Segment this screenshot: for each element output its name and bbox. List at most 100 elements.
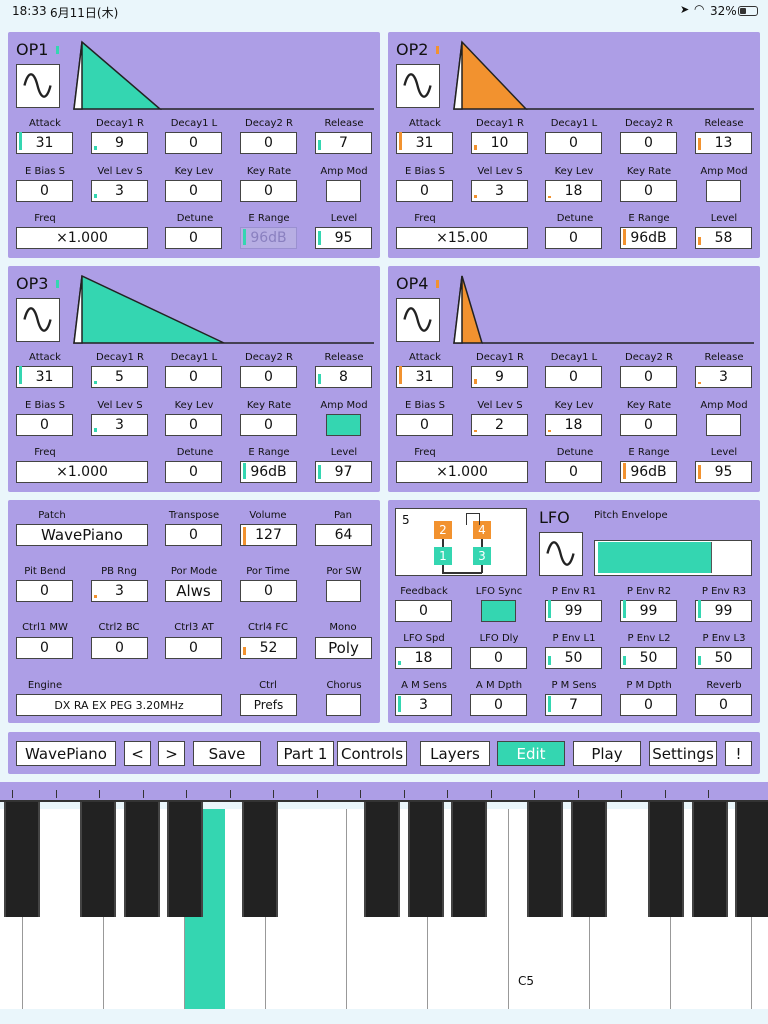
erange-field[interactable]: 96dB — [620, 227, 677, 249]
vellev-field[interactable]: 3 — [471, 180, 528, 202]
release-field[interactable]: 8 — [315, 366, 372, 388]
ebias-field[interactable]: 0 — [396, 180, 453, 202]
pormode-field[interactable]: Alws — [165, 580, 222, 602]
play-button[interactable]: Play — [573, 741, 641, 766]
vellev-field[interactable]: 3 — [91, 414, 148, 436]
detune-field[interactable]: 0 — [165, 461, 222, 483]
envelope-graph[interactable] — [70, 38, 374, 110]
envelope-graph[interactable] — [450, 272, 754, 344]
black-key[interactable] — [692, 800, 728, 917]
ctrl4-field[interactable]: 52 — [240, 637, 297, 659]
decay2r-field[interactable]: 0 — [620, 366, 677, 388]
attack-field[interactable]: 31 — [396, 366, 453, 388]
ampmod-toggle[interactable] — [706, 414, 741, 436]
black-key[interactable] — [4, 800, 40, 917]
white-key[interactable] — [306, 809, 347, 1009]
algorithm-display[interactable]: 5 2 4 1 3 — [395, 508, 527, 576]
black-key[interactable] — [735, 800, 768, 917]
erange-field[interactable]: 96dB — [240, 461, 297, 483]
attack-field[interactable]: 31 — [16, 132, 73, 154]
reverb-field[interactable]: 0 — [695, 694, 752, 716]
patch-select-button[interactable]: WavePiano — [16, 741, 116, 766]
save-button[interactable]: Save — [193, 741, 261, 766]
decay1l-field[interactable]: 0 — [165, 132, 222, 154]
black-key[interactable] — [242, 800, 278, 917]
decay1r-field[interactable]: 9 — [471, 366, 528, 388]
detune-field[interactable]: 0 — [165, 227, 222, 249]
release-field[interactable]: 13 — [695, 132, 752, 154]
keyrate-field[interactable]: 0 — [620, 180, 677, 202]
previous-button[interactable]: < — [124, 741, 151, 766]
erange-field[interactable]: 96dB — [240, 227, 297, 249]
black-key[interactable] — [408, 800, 444, 917]
erange-field[interactable]: 96dB — [620, 461, 677, 483]
patch-name-field[interactable]: WavePiano — [16, 524, 148, 546]
black-key[interactable] — [571, 800, 607, 917]
pbrng-field[interactable]: 3 — [91, 580, 148, 602]
freq-field[interactable]: ×1.000 — [16, 461, 148, 483]
keylev-field[interactable]: 0 — [165, 414, 222, 436]
keylev-field[interactable]: 18 — [545, 414, 602, 436]
part-button[interactable]: Part 1 — [277, 741, 334, 766]
waveform-button[interactable] — [396, 298, 440, 342]
keyboard-strip[interactable] — [0, 782, 768, 802]
amsens-field[interactable]: 3 — [395, 694, 452, 716]
waveform-button[interactable] — [16, 298, 60, 342]
penvr2-field[interactable]: 99 — [620, 600, 677, 622]
ebias-field[interactable]: 0 — [16, 180, 73, 202]
penvl2-field[interactable]: 50 — [620, 647, 677, 669]
lfodly-field[interactable]: 0 — [470, 647, 527, 669]
black-key[interactable] — [167, 800, 203, 917]
penvl1-field[interactable]: 50 — [545, 647, 602, 669]
release-field[interactable]: 7 — [315, 132, 372, 154]
freq-field[interactable]: ×1.000 — [396, 461, 528, 483]
detune-field[interactable]: 0 — [545, 227, 602, 249]
attack-field[interactable]: 31 — [396, 132, 453, 154]
keyrate-field[interactable]: 0 — [240, 180, 297, 202]
ampmod-toggle[interactable] — [326, 180, 361, 202]
release-field[interactable]: 3 — [695, 366, 752, 388]
black-key[interactable] — [451, 800, 487, 917]
lfosync-toggle[interactable] — [481, 600, 516, 622]
level-field[interactable]: 58 — [695, 227, 752, 249]
black-key[interactable] — [364, 800, 400, 917]
penvr1-field[interactable]: 99 — [545, 600, 602, 622]
black-key[interactable] — [80, 800, 116, 917]
decay1r-field[interactable]: 5 — [91, 366, 148, 388]
attack-field[interactable]: 31 — [16, 366, 73, 388]
level-field[interactable]: 97 — [315, 461, 372, 483]
decay1l-field[interactable]: 0 — [545, 366, 602, 388]
keylev-field[interactable]: 0 — [165, 180, 222, 202]
level-field[interactable]: 95 — [695, 461, 752, 483]
ampmod-toggle[interactable] — [326, 414, 361, 436]
volume-field[interactable]: 127 — [240, 524, 297, 546]
envelope-graph[interactable] — [450, 38, 754, 110]
detune-field[interactable]: 0 — [545, 461, 602, 483]
waveform-button[interactable] — [396, 64, 440, 108]
portime-field[interactable]: 0 — [240, 580, 297, 602]
decay2r-field[interactable]: 0 — [240, 132, 297, 154]
vellev-field[interactable]: 2 — [471, 414, 528, 436]
lfo-wave-button[interactable] — [539, 532, 583, 576]
decay1r-field[interactable]: 10 — [471, 132, 528, 154]
porsw-toggle[interactable] — [326, 580, 361, 602]
freq-field[interactable]: ×15.00 — [396, 227, 528, 249]
ctrl3-field[interactable]: 0 — [165, 637, 222, 659]
black-key[interactable] — [527, 800, 563, 917]
alert-button[interactable]: ! — [725, 741, 752, 766]
penvl3-field[interactable]: 50 — [695, 647, 752, 669]
pitch-envelope-display[interactable] — [594, 540, 752, 576]
black-key[interactable] — [124, 800, 160, 917]
decay1l-field[interactable]: 0 — [165, 366, 222, 388]
feedback-field[interactable]: 0 — [395, 600, 452, 622]
keyrate-field[interactable]: 0 — [620, 414, 677, 436]
layers-button[interactable]: Layers — [420, 741, 490, 766]
pmsens-field[interactable]: 7 — [545, 694, 602, 716]
pan-field[interactable]: 64 — [315, 524, 372, 546]
decay2r-field[interactable]: 0 — [240, 366, 297, 388]
prefs-button[interactable]: Prefs — [240, 694, 297, 716]
decay2r-field[interactable]: 0 — [620, 132, 677, 154]
pitbend-field[interactable]: 0 — [16, 580, 73, 602]
ebias-field[interactable]: 0 — [396, 414, 453, 436]
ebias-field[interactable]: 0 — [16, 414, 73, 436]
